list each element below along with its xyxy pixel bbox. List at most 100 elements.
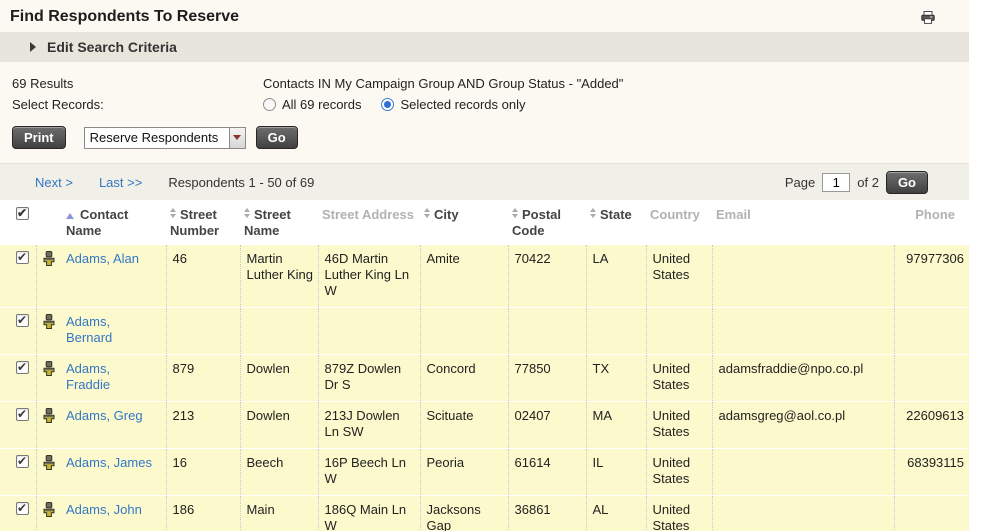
person-icon (43, 361, 55, 376)
row-checkbox[interactable] (16, 314, 29, 327)
cell-state: AL (586, 496, 646, 531)
row-checkbox[interactable] (16, 251, 29, 264)
cell-email (712, 245, 894, 308)
row-checkbox[interactable] (16, 455, 29, 468)
cell-postal-code: 77850 (508, 355, 586, 402)
header-state[interactable]: State (586, 200, 646, 245)
header-phone: Phone (894, 200, 969, 245)
contact-name-link[interactable]: Adams, John (66, 502, 142, 517)
person-icon (43, 251, 55, 266)
cell-street-address: 186Q Main Ln W (318, 496, 420, 531)
chevron-down-icon (229, 128, 245, 148)
person-icon (43, 455, 55, 470)
sort-icon (170, 208, 176, 218)
cell-street-name (240, 308, 318, 355)
action-select[interactable]: Reserve Respondents (84, 127, 246, 149)
cell-phone: 22609613 (894, 402, 969, 449)
cell-street-number: 186 (166, 496, 240, 531)
cell-state: LA (586, 245, 646, 308)
respondents-table: Contact Name Street Number Street Name S… (0, 200, 969, 531)
cell-street-number: 16 (166, 449, 240, 496)
sort-icon (244, 208, 250, 218)
row-checkbox[interactable] (16, 361, 29, 374)
contact-name-link[interactable]: Adams, Fraddie (66, 361, 110, 392)
sort-ascending-icon (66, 213, 74, 219)
cell-street-address (318, 308, 420, 355)
select-all-checkbox[interactable] (16, 207, 29, 220)
page-go-button[interactable]: Go (886, 171, 928, 194)
contact-name-link[interactable]: Adams, Greg (66, 408, 143, 423)
header-street-number[interactable]: Street Number (166, 200, 240, 245)
table-row: Adams, John186Main186Q Main Ln WJacksons… (0, 496, 969, 531)
contact-name-link[interactable]: Adams, Bernard (66, 314, 112, 345)
person-icon (43, 502, 55, 517)
header-street-address: Street Address (318, 200, 420, 245)
cell-postal-code (508, 308, 586, 355)
edit-search-criteria-toggle[interactable]: Edit Search Criteria (0, 32, 969, 62)
cell-street-number: 879 (166, 355, 240, 402)
sort-icon (512, 208, 518, 218)
cell-state: MA (586, 402, 646, 449)
cell-street-name: Martin Luther King (240, 245, 318, 308)
cell-street-name: Main (240, 496, 318, 531)
cell-city: Scituate (420, 402, 508, 449)
row-checkbox[interactable] (16, 502, 29, 515)
radio-all-records-label: All 69 records (282, 97, 361, 112)
pagination-bar: Next > Last >> Respondents 1 - 50 of 69 … (0, 163, 969, 200)
cell-state (586, 308, 646, 355)
edit-search-criteria-label: Edit Search Criteria (47, 39, 177, 55)
header-postal-code[interactable]: Postal Code (508, 200, 586, 245)
table-body: Adams, Alan46Martin Luther King46D Marti… (0, 245, 969, 531)
cell-email (712, 496, 894, 531)
page: Find Respondents To Reserve Edit Search … (0, 0, 981, 531)
cell-country (646, 308, 712, 355)
sort-icon (424, 208, 430, 218)
cell-phone (894, 355, 969, 402)
table-row: Adams, Fraddie879Dowlen879Z Dowlen Dr SC… (0, 355, 969, 402)
row-checkbox[interactable] (16, 408, 29, 421)
header-street-name[interactable]: Street Name (240, 200, 318, 245)
results-count: 69 Results (12, 76, 263, 91)
print-button[interactable]: Print (12, 126, 66, 149)
contact-name-link[interactable]: Adams, James (66, 455, 152, 470)
table-row: Adams, Alan46Martin Luther King46D Marti… (0, 245, 969, 308)
header-city[interactable]: City (420, 200, 508, 245)
cell-postal-code: 70422 (508, 245, 586, 308)
header-contact-name[interactable]: Contact Name (60, 200, 166, 245)
cell-postal-code: 61614 (508, 449, 586, 496)
cell-street-name: Dowlen (240, 402, 318, 449)
radio-all-records[interactable] (263, 98, 276, 111)
cell-phone: 97977306 (894, 245, 969, 308)
cell-phone (894, 496, 969, 531)
cell-street-number: 46 (166, 245, 240, 308)
cell-phone (894, 308, 969, 355)
cell-country: United States (646, 355, 712, 402)
action-go-button[interactable]: Go (256, 126, 298, 149)
cell-street-name: Dowlen (240, 355, 318, 402)
radio-selected-records[interactable] (381, 98, 394, 111)
table-row: Adams, Bernard (0, 308, 969, 355)
top-area: Find Respondents To Reserve Edit Search … (0, 0, 969, 163)
collapsed-triangle-icon (30, 42, 36, 52)
cell-city: Peoria (420, 449, 508, 496)
page-number-input[interactable] (822, 173, 850, 192)
cell-email (712, 308, 894, 355)
next-page-link[interactable]: Next > (35, 175, 73, 190)
select-records-label: Select Records: (12, 97, 263, 112)
cell-phone: 68393115 (894, 449, 969, 496)
page-label: Page (785, 175, 815, 190)
printer-icon[interactable] (921, 11, 935, 24)
cell-email: adamsfraddie@npo.co.pl (712, 355, 894, 402)
cell-state: TX (586, 355, 646, 402)
sort-icon (590, 208, 596, 218)
contact-name-link[interactable]: Adams, Alan (66, 251, 139, 266)
cell-city: Amite (420, 245, 508, 308)
cell-country: United States (646, 402, 712, 449)
last-page-link[interactable]: Last >> (99, 175, 142, 190)
cell-city: Concord (420, 355, 508, 402)
cell-city (420, 308, 508, 355)
cell-country: United States (646, 449, 712, 496)
page-of-label: of 2 (857, 175, 879, 190)
respondents-range-label: Respondents 1 - 50 of 69 (168, 175, 314, 190)
cell-street-address: 213J Dowlen Ln SW (318, 402, 420, 449)
